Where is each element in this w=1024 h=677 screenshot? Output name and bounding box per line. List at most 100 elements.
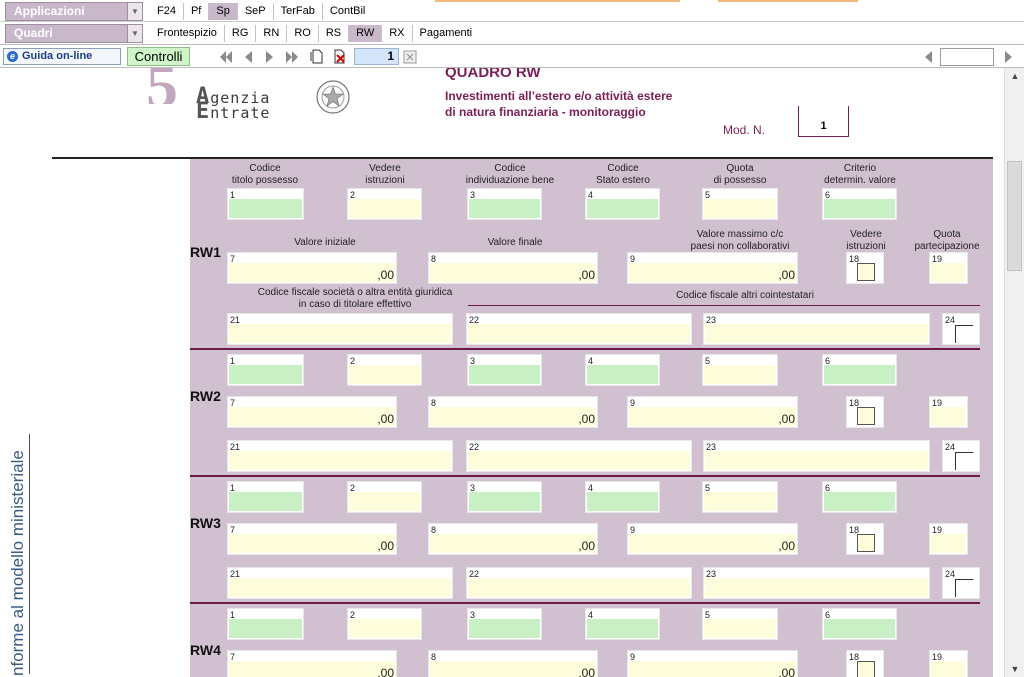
first-page-icon[interactable] <box>218 49 234 64</box>
checkbox-input[interactable] <box>955 325 973 343</box>
field-input[interactable] <box>704 492 776 511</box>
field-input[interactable] <box>629 661 796 677</box>
field-input[interactable] <box>629 407 796 426</box>
field-f8[interactable]: 8,00 <box>428 252 598 284</box>
field-f5[interactable]: 5 <box>702 354 778 386</box>
field-input[interactable] <box>629 263 796 282</box>
tab-rw[interactable]: RW <box>349 25 383 42</box>
tab-pagamenti[interactable]: Pagamenti <box>413 25 480 42</box>
checkbox-input[interactable] <box>857 263 875 281</box>
field-f1[interactable]: 1 <box>227 354 304 386</box>
tab-rn[interactable]: RN <box>256 25 288 42</box>
field-f7[interactable]: 7,00 <box>227 396 397 428</box>
scroll-down-arrow-icon[interactable]: ▼ <box>1005 661 1024 677</box>
field-f9[interactable]: 9,00 <box>627 523 798 555</box>
checkbox-f18[interactable]: 18 <box>846 252 884 284</box>
field-f6[interactable]: 6 <box>822 608 897 640</box>
page-number-field[interactable]: 1 <box>354 48 399 65</box>
field-input[interactable] <box>931 263 966 282</box>
field-input[interactable] <box>587 199 658 218</box>
field-input[interactable] <box>430 263 596 282</box>
field-f2[interactable]: 2 <box>347 188 422 220</box>
field-f2[interactable]: 2 <box>347 481 422 513</box>
field-input[interactable] <box>229 619 302 638</box>
checkbox-f18[interactable]: 18 <box>846 650 884 677</box>
checkbox-f18[interactable]: 18 <box>846 396 884 428</box>
tab-ro[interactable]: RO <box>287 25 319 42</box>
checkbox-input[interactable] <box>955 579 973 597</box>
field-f1[interactable]: 1 <box>227 608 304 640</box>
field-f19[interactable]: 19 <box>929 252 968 284</box>
field-f21[interactable]: 21 <box>227 313 453 345</box>
tab-contbil[interactable]: ContBil <box>323 3 372 20</box>
field-input[interactable] <box>430 661 596 677</box>
tab-terfab[interactable]: TerFab <box>274 3 323 20</box>
field-f7[interactable]: 7,00 <box>227 252 397 284</box>
field-input[interactable] <box>229 263 395 282</box>
field-input[interactable] <box>469 199 540 218</box>
field-f4[interactable]: 4 <box>585 188 660 220</box>
field-f7[interactable]: 7,00 <box>227 650 397 677</box>
field-input[interactable] <box>349 365 420 384</box>
field-input[interactable] <box>229 365 302 384</box>
field-input[interactable] <box>704 365 776 384</box>
field-f6[interactable]: 6 <box>822 188 897 220</box>
field-f8[interactable]: 8,00 <box>428 650 598 677</box>
tab-f24[interactable]: F24 <box>150 3 184 20</box>
scroll-up-arrow-icon[interactable]: ▲ <box>1005 68 1024 84</box>
help-online-button[interactable]: e Guida on-line <box>3 48 121 65</box>
field-input[interactable] <box>704 199 776 218</box>
vertical-scrollbar[interactable]: ▲ ▼ <box>1004 68 1024 677</box>
field-f5[interactable]: 5 <box>702 188 778 220</box>
checkbox-f18[interactable]: 18 <box>846 523 884 555</box>
field-f7[interactable]: 7,00 <box>227 523 397 555</box>
field-input[interactable] <box>704 619 776 638</box>
checkbox-input[interactable] <box>857 407 875 425</box>
field-input[interactable] <box>587 365 658 384</box>
field-input[interactable] <box>587 492 658 511</box>
field-f8[interactable]: 8,00 <box>428 523 598 555</box>
go-to-page-icon[interactable] <box>402 49 418 64</box>
field-input[interactable] <box>469 365 540 384</box>
field-f24[interactable]: 24 <box>942 567 980 599</box>
field-f1[interactable]: 1 <box>227 481 304 513</box>
scroll-left-icon[interactable] <box>920 49 936 64</box>
delete-page-icon[interactable] <box>332 49 348 64</box>
field-input[interactable] <box>468 324 690 343</box>
field-f22[interactable]: 22 <box>466 313 692 345</box>
scrollbar-thumb[interactable] <box>1007 161 1022 271</box>
tab-rg[interactable]: RG <box>225 25 257 42</box>
field-input[interactable] <box>229 407 395 426</box>
applicazioni-dropdown[interactable]: Applicazioni ▼ <box>5 2 143 21</box>
field-input[interactable] <box>629 534 796 553</box>
tab-frontespizio[interactable]: Frontespizio <box>150 25 225 42</box>
field-f23[interactable]: 23 <box>703 440 930 472</box>
previous-page-icon[interactable] <box>240 49 256 64</box>
field-f5[interactable]: 5 <box>702 481 778 513</box>
field-f3[interactable]: 3 <box>467 608 542 640</box>
field-input[interactable] <box>349 492 420 511</box>
field-f22[interactable]: 22 <box>466 567 692 599</box>
field-input[interactable] <box>824 492 895 511</box>
checkbox-input[interactable] <box>955 452 973 470</box>
next-page-icon[interactable] <box>262 49 278 64</box>
field-f4[interactable]: 4 <box>585 354 660 386</box>
field-input[interactable] <box>349 619 420 638</box>
field-input[interactable] <box>824 365 895 384</box>
field-f9[interactable]: 9,00 <box>627 650 798 677</box>
field-input[interactable] <box>430 534 596 553</box>
controlli-button[interactable]: Controlli <box>127 47 190 66</box>
field-input[interactable] <box>705 578 928 597</box>
field-input[interactable] <box>824 199 895 218</box>
field-input[interactable] <box>229 492 302 511</box>
field-input[interactable] <box>931 661 966 677</box>
field-f4[interactable]: 4 <box>585 608 660 640</box>
field-input[interactable] <box>824 619 895 638</box>
field-input[interactable] <box>469 619 540 638</box>
field-input[interactable] <box>468 451 690 470</box>
checkbox-input[interactable] <box>857 534 875 552</box>
new-page-icon[interactable] <box>309 49 325 64</box>
tab-sep[interactable]: SeP <box>238 3 274 20</box>
field-f4[interactable]: 4 <box>585 481 660 513</box>
field-input[interactable] <box>469 492 540 511</box>
